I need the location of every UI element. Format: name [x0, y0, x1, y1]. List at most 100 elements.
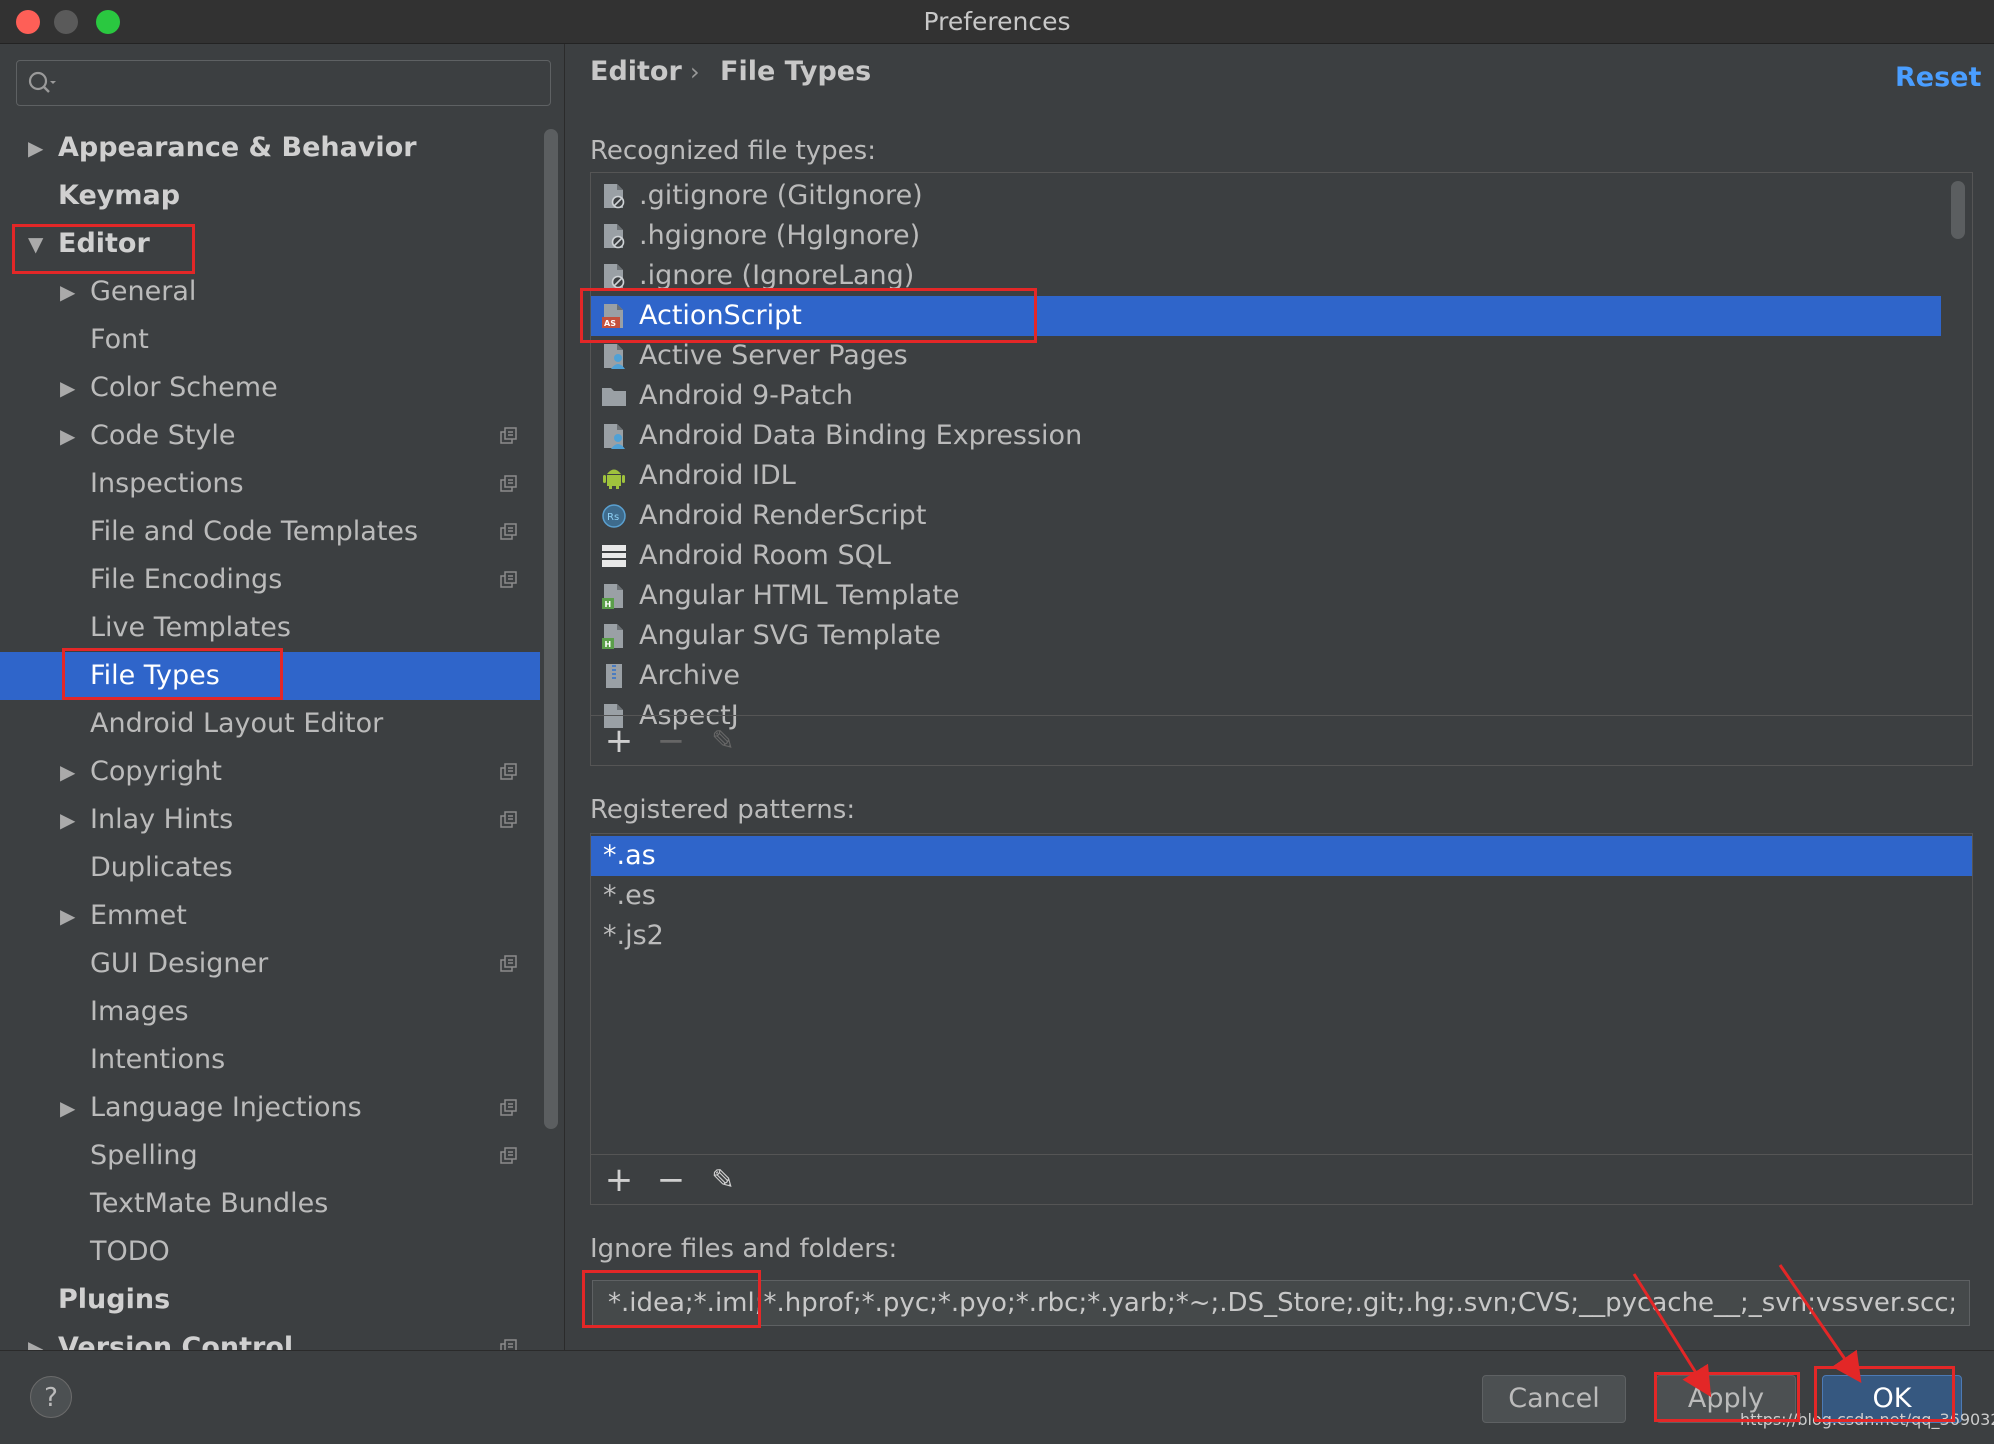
help-button[interactable]: ? — [30, 1376, 72, 1418]
file-type-label: Android IDL — [639, 460, 796, 491]
pattern-label: *.as — [603, 840, 656, 871]
sidebar-item[interactable]: ▶ Emmet — [0, 892, 540, 940]
file-type-label: Angular SVG Template — [639, 620, 941, 651]
sidebar-item[interactable]: Spelling — [0, 1132, 540, 1180]
file-type-label: .gitignore (GitIgnore) — [639, 180, 923, 211]
file-type-row[interactable]: .hgignore (HgIgnore) — [591, 216, 1941, 256]
sidebar-item[interactable]: TODO — [0, 1228, 540, 1276]
expanded-arrow-icon[interactable]: ▼ — [28, 220, 43, 268]
svg-text:H: H — [605, 640, 612, 649]
collapsed-arrow-icon[interactable]: ▶ — [28, 1324, 43, 1350]
settings-sidebar: ▶ Appearance & Behavior Keymap ▼ Editor ▶ Gene… — [0, 44, 565, 1350]
project-settings-icon — [500, 1099, 517, 1116]
sidebar-item[interactable]: ▶ Color Scheme — [0, 364, 540, 412]
project-settings-icon — [500, 427, 517, 444]
collapsed-arrow-icon[interactable]: ▶ — [60, 364, 75, 412]
file-types-toolbar: + − ✎ — [591, 715, 1972, 765]
file-type-label: .ignore (IgnoreLang) — [639, 260, 915, 291]
sidebar-item[interactable]: ▼ Editor — [0, 220, 540, 268]
collapsed-arrow-icon[interactable]: ▶ — [60, 892, 75, 940]
collapsed-arrow-icon[interactable]: ▶ — [60, 748, 75, 796]
file-type-row[interactable]: Archive — [591, 656, 1941, 696]
dialog-footer: ? Cancel Apply OK — [0, 1350, 1994, 1444]
file-type-row[interactable]: .ignore (IgnoreLang) — [591, 256, 1941, 296]
sidebar-item-label: Intentions — [90, 1044, 226, 1075]
sidebar-item[interactable]: Inspections — [0, 460, 540, 508]
sidebar-item[interactable]: ▶ Code Style — [0, 412, 540, 460]
file-types-scrollbar[interactable] — [1951, 181, 1965, 239]
sidebar-item[interactable]: ▶ General — [0, 268, 540, 316]
sidebar-item[interactable]: ▶ Appearance & Behavior — [0, 124, 540, 172]
sidebar-item[interactable]: Live Templates — [0, 604, 540, 652]
folder-icon — [602, 388, 626, 406]
sidebar-item[interactable]: File and Code Templates — [0, 508, 540, 556]
file-type-row[interactable]: Active Server Pages — [591, 336, 1941, 376]
sidebar-item-label: Duplicates — [90, 852, 233, 883]
sidebar-item[interactable]: ▶ Language Injections — [0, 1084, 540, 1132]
file-type-label: Android Room SQL — [639, 540, 891, 571]
file-type-row[interactable]: .gitignore (GitIgnore) — [591, 176, 1941, 216]
collapsed-arrow-icon[interactable]: ▶ — [60, 796, 75, 844]
ignore-file-icon — [604, 184, 625, 209]
patterns-toolbar: + − ✎ — [591, 1154, 1972, 1204]
add-pattern-button[interactable]: + — [599, 1161, 639, 1199]
sidebar-item[interactable]: ▶ Version Control — [0, 1324, 540, 1350]
settings-search-input[interactable] — [16, 60, 551, 106]
sidebar-item[interactable]: Android Layout Editor — [0, 700, 540, 748]
collapsed-arrow-icon[interactable]: ▶ — [28, 124, 43, 172]
svg-text:Rs: Rs — [607, 512, 619, 523]
sidebar-item[interactable]: GUI Designer — [0, 940, 540, 988]
file-type-row[interactable]: Android IDL — [591, 456, 1941, 496]
remove-pattern-button[interactable]: − — [651, 1161, 691, 1199]
file-type-row[interactable]: H Angular HTML Template — [591, 576, 1941, 616]
sidebar-item[interactable]: Intentions — [0, 1036, 540, 1084]
project-settings-icon — [500, 1147, 517, 1164]
ignore-file-icon — [604, 264, 625, 289]
sidebar-item[interactable]: ▶ Copyright — [0, 748, 540, 796]
sidebar-item[interactable]: File Types — [0, 652, 540, 700]
breadcrumb-parent[interactable]: Editor — [590, 56, 682, 87]
project-settings-icon — [500, 955, 517, 972]
actionscript-file-icon: AS — [602, 304, 623, 328]
sidebar-item[interactable]: TextMate Bundles — [0, 1180, 540, 1228]
edit-pattern-button[interactable]: ✎ — [703, 1161, 743, 1199]
remove-file-type-button[interactable]: − — [651, 722, 691, 760]
file-type-row[interactable]: Rs Android RenderScript — [591, 496, 1941, 536]
pattern-row[interactable]: *.js2 — [591, 916, 1972, 956]
add-file-type-button[interactable]: + — [599, 722, 639, 760]
sidebar-item-label: Version Control — [58, 1332, 294, 1350]
sidebar-item[interactable]: Font — [0, 316, 540, 364]
file-type-row[interactable]: H Angular SVG Template — [591, 616, 1941, 656]
sidebar-item[interactable]: ▶ Inlay Hints — [0, 796, 540, 844]
sidebar-scrollbar[interactable] — [544, 129, 558, 1129]
collapsed-arrow-icon[interactable]: ▶ — [60, 1084, 75, 1132]
collapsed-arrow-icon[interactable]: ▶ — [60, 268, 75, 316]
pattern-row[interactable]: *.es — [591, 876, 1972, 916]
sidebar-item[interactable]: Keymap — [0, 172, 540, 220]
collapsed-arrow-icon[interactable]: ▶ — [60, 412, 75, 460]
sidebar-item[interactable]: Duplicates — [0, 844, 540, 892]
sidebar-item[interactable]: Plugins — [0, 1276, 540, 1324]
file-type-row[interactable]: Android Data Binding Expression — [591, 416, 1941, 456]
file-types-label: Recognized file types: — [590, 136, 876, 166]
ignore-files-input[interactable] — [592, 1280, 1970, 1326]
file-type-row[interactable]: AS ActionScript — [591, 296, 1941, 336]
cancel-button[interactable]: Cancel — [1482, 1375, 1626, 1423]
sidebar-item-label: Language Injections — [90, 1092, 362, 1123]
file-type-label: Android RenderScript — [639, 500, 927, 531]
pattern-row[interactable]: *.as — [591, 836, 1972, 876]
sidebar-item[interactable]: File Encodings — [0, 556, 540, 604]
watermark: https://blog.csdn.net/qq_36903261 — [1740, 1410, 1994, 1429]
sidebar-item-label: Images — [90, 996, 189, 1027]
sidebar-item-label: Plugins — [58, 1284, 171, 1315]
edit-file-type-button[interactable]: ✎ — [703, 722, 743, 760]
file-type-row[interactable]: Android Room SQL — [591, 536, 1941, 576]
sidebar-item[interactable]: Images — [0, 988, 540, 1036]
sidebar-item-label: Inlay Hints — [90, 804, 234, 835]
breadcrumb-separator: › — [690, 58, 700, 86]
file-type-row[interactable]: Android 9-Patch — [591, 376, 1941, 416]
reset-link[interactable]: Reset — [1895, 62, 1981, 93]
sidebar-item-label: File and Code Templates — [90, 516, 419, 547]
sidebar-item-label: TextMate Bundles — [90, 1188, 329, 1219]
sidebar-item-label: Copyright — [90, 756, 222, 787]
